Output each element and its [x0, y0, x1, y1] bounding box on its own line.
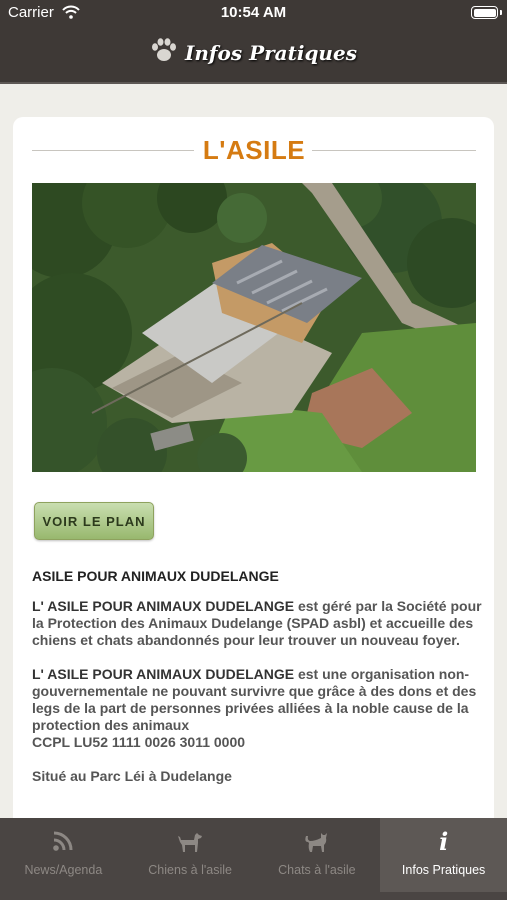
paragraph-1: L' ASILE POUR ANIMAUX DUDELANGE est géré… — [32, 598, 482, 649]
content-card: L'ASILE VOIR LE PLAN ASILE POUR ANIMAUX … — [13, 117, 494, 847]
shelter-name: L' ASILE POUR ANIMAUX DUDELANGE — [32, 666, 295, 682]
battery-icon — [471, 6, 498, 19]
tab-dogs[interactable]: Chiens à l'asile — [127, 818, 254, 892]
dog-icon — [127, 830, 254, 856]
tab-label: Chiens à l'asile — [148, 863, 232, 877]
tab-cats[interactable]: Chats à l'asile — [254, 818, 381, 892]
tab-bar: News/Agenda Chiens à l'asile Chats à l'a… — [0, 818, 507, 900]
shelter-aerial-photo — [32, 183, 476, 472]
home-indicator-area — [0, 892, 507, 900]
description: L' ASILE POUR ANIMAUX DUDELANGE est géré… — [32, 598, 482, 785]
page-title: Infos Pratiques — [185, 40, 357, 65]
tab-label: Infos Pratiques — [401, 863, 486, 877]
tab-label: News/Agenda — [24, 863, 103, 877]
cat-icon — [254, 830, 381, 856]
bank-account: CCPL LU52 1111 0026 3011 0000 — [32, 734, 246, 750]
view-plan-button[interactable]: VOIR LE PLAN — [34, 502, 154, 540]
tab-infos-pratiques[interactable]: i Infos Pratiques — [380, 818, 507, 892]
location-text: Situé au Parc Léi à Dudelange — [32, 768, 232, 784]
battery-tip — [500, 10, 502, 15]
paw-icon — [150, 37, 178, 68]
tab-news-agenda[interactable]: News/Agenda — [0, 818, 127, 892]
divider-right — [312, 150, 476, 151]
card-header: L'ASILE — [32, 135, 476, 165]
info-icon: i — [439, 827, 449, 856]
rss-icon — [0, 830, 127, 856]
navigation-bar: Infos Pratiques — [0, 26, 507, 84]
status-bar: Carrier 10:54 AM — [0, 0, 507, 26]
section-title: ASILE POUR ANIMAUX DUDELANGE — [32, 568, 279, 584]
shelter-name: L' ASILE POUR ANIMAUX DUDELANGE — [32, 598, 295, 614]
tab-label: Chats à l'asile — [278, 863, 356, 877]
paragraph-2: L' ASILE POUR ANIMAUX DUDELANGE est une … — [32, 666, 482, 734]
clock: 10:54 AM — [220, 4, 287, 21]
